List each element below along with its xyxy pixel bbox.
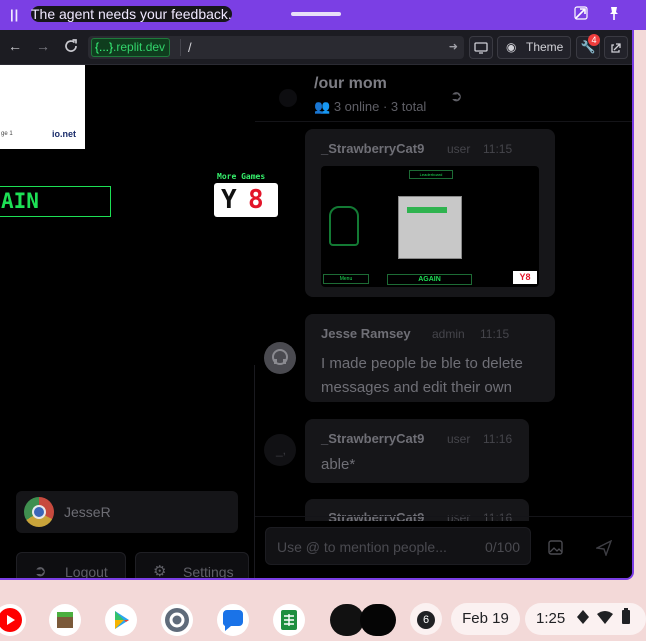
message-body: able*	[321, 456, 356, 473]
banner-message: The agent needs your feedback.	[31, 6, 232, 22]
url-brace: {...}	[95, 40, 114, 54]
chat-message: _StrawberryCat9 user 11:16 able*	[305, 419, 529, 483]
pause-icon[interactable]: ||	[10, 7, 19, 22]
user-avatar[interactable]: _,	[264, 434, 296, 466]
url-bar[interactable]: {...}.replit.dev / ➜	[88, 36, 464, 59]
drag-handle[interactable]	[291, 12, 341, 16]
chrome-avatar-icon	[24, 497, 54, 527]
chat-header-divider	[255, 121, 632, 122]
logout-button[interactable]: ➲ Logout	[16, 552, 126, 580]
message-role: user	[447, 142, 471, 156]
ad-banner[interactable]: ge 1 io.net	[0, 65, 85, 149]
y8-logo-8: 8	[248, 185, 264, 215]
message-body: I made people be ble to delete messages …	[321, 355, 523, 396]
image-y8-logo: Y8	[513, 271, 537, 284]
message-time: 11:15	[480, 327, 510, 341]
message-time: 11:16	[483, 432, 513, 446]
message-author[interactable]: _StrawberryCat9	[321, 141, 424, 156]
sidebar-divider	[254, 365, 255, 578]
minecraft-app-icon[interactable]	[49, 604, 81, 636]
logout-label: Logout	[65, 564, 108, 580]
battery-icon	[621, 604, 631, 636]
cellular-icon	[577, 604, 589, 636]
messages-app-icon[interactable]	[217, 604, 249, 636]
image-leaderboard-text: Leaderboard	[409, 170, 453, 179]
devtools-badge: 4	[588, 34, 600, 46]
ad-brand-logo: io.net	[52, 129, 76, 139]
image-character	[329, 206, 359, 246]
send-icon[interactable]	[594, 539, 613, 561]
window-thumbnail[interactable]	[330, 604, 364, 636]
pin-icon[interactable]	[605, 5, 623, 23]
image-again-text: AGAIN	[387, 274, 472, 285]
input-divider	[255, 516, 632, 517]
message-time: 11:15	[483, 142, 513, 156]
clock-label: 1:25	[536, 610, 566, 627]
play-store-app-icon[interactable]	[105, 604, 137, 636]
leave-room-icon[interactable]: ➲	[450, 87, 463, 105]
toolbar: ← → {...}.replit.dev / ➜ ◉ Theme 🔧 4	[0, 30, 632, 65]
image-dialog-bar	[407, 207, 447, 213]
ad-page-text: ge 1	[1, 131, 13, 137]
agent-feedback-banner: || The agent needs your feedback.	[0, 0, 646, 30]
message-author[interactable]: Jesse Ramsey	[321, 326, 411, 341]
play-again-button[interactable]: AIN	[0, 186, 111, 217]
more-games-label: More Games	[217, 172, 266, 181]
url-domain: .replit.dev	[113, 40, 166, 54]
chat-message: _StrawberryCat9 user 11:16	[305, 499, 529, 521]
image-upload-icon[interactable]	[548, 540, 563, 560]
user-name: JesseR	[64, 504, 111, 520]
date-label: Feb 19	[462, 610, 509, 627]
open-external-icon[interactable]	[572, 5, 590, 23]
image-dialog	[398, 196, 462, 259]
message-image[interactable]: Leaderboard Menu AGAIN Y8	[321, 166, 539, 287]
url-separator	[180, 39, 181, 56]
input-placeholder: Use @ to mention people...	[277, 539, 447, 555]
wifi-icon	[597, 604, 613, 636]
online-text: 3 online · 3 total	[333, 99, 427, 114]
window-thumbnail[interactable]	[360, 604, 396, 636]
chat-message-input[interactable]: Use @ to mention people... 0/100	[265, 527, 531, 565]
go-arrow-icon[interactable]: ➜	[449, 40, 458, 53]
user-card[interactable]: JesseR	[16, 491, 238, 533]
settings-app-icon[interactable]	[161, 604, 193, 636]
open-new-tab-button[interactable]	[604, 36, 628, 59]
online-count: 👥 3 online · 3 total	[314, 99, 426, 115]
back-icon[interactable]: ←	[8, 38, 22, 54]
y8-logo[interactable]: Y 8	[214, 183, 278, 217]
users-icon: 👥	[314, 99, 334, 114]
reload-icon[interactable]	[63, 38, 79, 57]
device-preview-button[interactable]	[469, 36, 493, 59]
gear-icon: ⚙	[153, 563, 167, 580]
date-pill[interactable]: Feb 19	[451, 603, 520, 635]
message-role: admin	[432, 327, 465, 341]
settings-label: Settings	[183, 564, 234, 580]
status-tray[interactable]: 1:25	[525, 603, 646, 635]
admin-avatar[interactable]	[264, 342, 296, 374]
chat-message: Jesse Ramsey admin 11:15 I made people b…	[305, 314, 555, 402]
dev-url-tag: {...}.replit.dev	[91, 38, 171, 57]
message-role: user	[447, 432, 471, 446]
image-menu-text: Menu	[323, 274, 369, 284]
theme-button[interactable]: ◉ Theme	[497, 36, 571, 59]
y8-logo-y: Y	[221, 185, 237, 215]
notification-count: 6	[417, 611, 435, 629]
notification-count-pill[interactable]: 6	[410, 603, 442, 635]
palette-icon: ◉	[506, 40, 517, 54]
chat-room-avatar	[279, 89, 297, 107]
url-path[interactable]: /	[188, 40, 192, 55]
sheets-app-icon[interactable]	[273, 604, 305, 636]
forward-icon[interactable]: →	[36, 38, 50, 54]
settings-button[interactable]: ⚙ Settings	[135, 552, 249, 580]
youtube-app-icon[interactable]	[0, 604, 26, 636]
chat-room-title: /our mom	[314, 75, 387, 92]
message-author[interactable]: _StrawberryCat9	[321, 431, 424, 446]
char-counter: 0/100	[484, 539, 520, 555]
theme-label: Theme	[526, 40, 564, 54]
browser-window: ← → {...}.replit.dev / ➜ ◉ Theme 🔧 4 ge …	[0, 30, 634, 580]
logout-icon: ➲	[34, 563, 47, 580]
